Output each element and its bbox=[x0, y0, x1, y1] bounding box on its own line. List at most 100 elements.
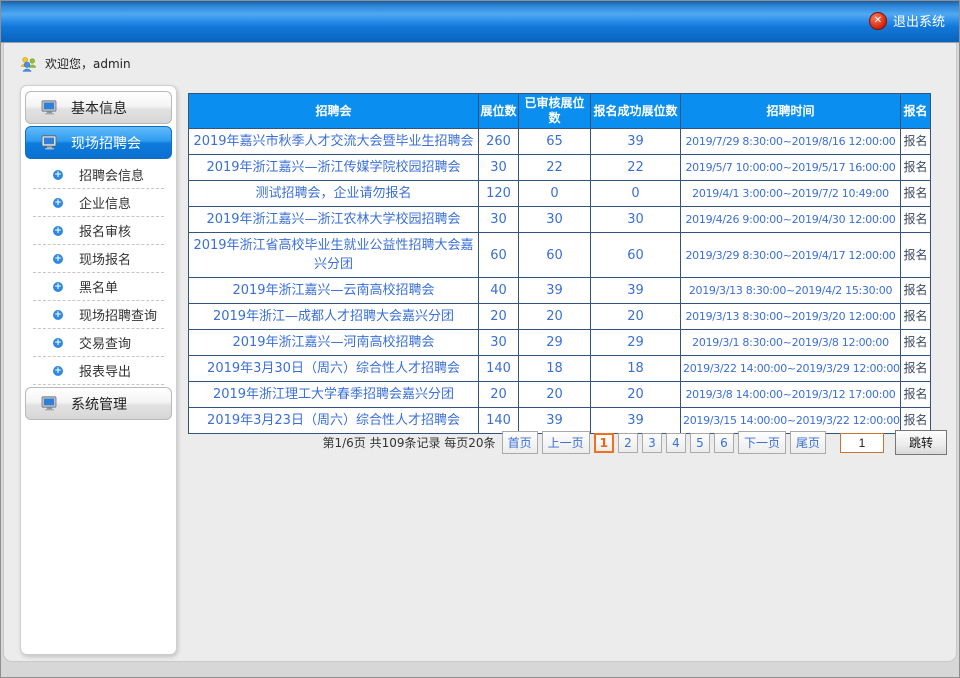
approved-count: 18 bbox=[519, 356, 591, 382]
jobfair-table: 招聘会 展位数 已审核展位数 报名成功展位数 招聘时间 报名 2019年嘉兴市秋… bbox=[188, 93, 931, 434]
table-row: 2019年浙江嘉兴—云南高校招聘会 40 39 39 2019/3/13 8:3… bbox=[189, 278, 931, 304]
jobfair-name-link[interactable]: 2019年浙江嘉兴—浙江农林大学校园招聘会 bbox=[189, 207, 479, 233]
jobfair-name-link[interactable]: 2019年浙江省高校毕业生就业公益性招聘大会嘉兴分团 bbox=[189, 233, 479, 278]
monitor-icon bbox=[41, 396, 58, 411]
jump-button[interactable]: 跳转 bbox=[895, 430, 947, 455]
pagination: 第1/6页 共109条记录 每页20条 首页 上一页 1 2 3 4 5 6 下… bbox=[322, 430, 947, 455]
page-number-button[interactable]: 4 bbox=[666, 433, 686, 453]
sidebar-submenu-label: 现场报名 bbox=[79, 249, 131, 268]
sidebar: 基本信息 现场招聘会 + 招聘会信息 bbox=[20, 85, 177, 655]
jobfair-name-link[interactable]: 2019年浙江嘉兴—浙江传媒学院校园招聘会 bbox=[189, 155, 479, 181]
logout-button[interactable]: ✕ 退出系统 bbox=[869, 11, 945, 30]
register-link[interactable]: 报名 bbox=[901, 155, 931, 181]
sidebar-submenu-item[interactable]: + 现场报名 bbox=[33, 245, 164, 273]
success-count: 22 bbox=[591, 155, 681, 181]
monitor-icon bbox=[41, 135, 58, 150]
sidebar-submenu-item[interactable]: + 报名审核 bbox=[33, 217, 164, 245]
table-row: 2019年浙江—成都人才招聘大会嘉兴分团 20 20 20 2019/3/13 … bbox=[189, 304, 931, 330]
booths-count: 140 bbox=[479, 356, 519, 382]
content-area: 欢迎您，admin 基本信息 bbox=[3, 43, 957, 662]
booths-count: 120 bbox=[479, 181, 519, 207]
jobfair-name-link[interactable]: 2019年浙江嘉兴—河南高校招聘会 bbox=[189, 330, 479, 356]
page-number-button[interactable]: 3 bbox=[642, 433, 662, 453]
register-link[interactable]: 报名 bbox=[901, 382, 931, 408]
jump-page-input[interactable] bbox=[840, 433, 884, 453]
register-link[interactable]: 报名 bbox=[901, 330, 931, 356]
booths-count: 40 bbox=[479, 278, 519, 304]
table-row: 2019年浙江嘉兴—浙江传媒学院校园招聘会 30 22 22 2019/5/7 … bbox=[189, 155, 931, 181]
booths-count: 60 bbox=[479, 233, 519, 278]
sidebar-submenu-label: 企业信息 bbox=[79, 193, 131, 212]
recruit-time: 2019/4/1 3:00:00~2019/7/2 10:49:00 bbox=[681, 181, 901, 207]
sidebar-item-system-mgmt[interactable]: 系统管理 bbox=[25, 387, 172, 420]
logout-label: 退出系统 bbox=[893, 11, 945, 30]
jobfair-name-link[interactable]: 2019年浙江嘉兴—云南高校招聘会 bbox=[189, 278, 479, 304]
register-link[interactable]: 报名 bbox=[901, 356, 931, 382]
plus-circle-icon: + bbox=[53, 310, 63, 320]
sidebar-item-onsite-jobfair[interactable]: 现场招聘会 bbox=[25, 126, 172, 159]
jobfair-name-link[interactable]: 2019年浙江—成都人才招聘大会嘉兴分团 bbox=[189, 304, 479, 330]
success-count: 29 bbox=[591, 330, 681, 356]
sidebar-submenu-label: 黑名单 bbox=[79, 277, 118, 296]
recruit-time: 2019/3/1 8:30:00~2019/3/8 12:00:00 bbox=[681, 330, 901, 356]
sidebar-submenu-item[interactable]: + 现场招聘查询 bbox=[33, 301, 164, 329]
last-page-button[interactable]: 尾页 bbox=[790, 431, 826, 454]
register-link[interactable]: 报名 bbox=[901, 233, 931, 278]
approved-count: 20 bbox=[519, 382, 591, 408]
table-row: 2019年浙江理工大学春季招聘会嘉兴分团 20 20 20 2019/3/8 1… bbox=[189, 382, 931, 408]
booths-count: 30 bbox=[479, 330, 519, 356]
page-number-button[interactable]: 2 bbox=[618, 433, 638, 453]
app-window: ✕ 退出系统 欢迎您，admin bbox=[0, 0, 960, 678]
register-link[interactable]: 报名 bbox=[901, 304, 931, 330]
sidebar-submenu-label: 报表导出 bbox=[79, 361, 131, 380]
sidebar-submenu-item[interactable]: + 企业信息 bbox=[33, 189, 164, 217]
welcome-text: 欢迎您，admin bbox=[45, 55, 131, 72]
register-link[interactable]: 报名 bbox=[901, 129, 931, 155]
top-bar: ✕ 退出系统 bbox=[1, 1, 959, 43]
welcome-message: 欢迎您，admin bbox=[19, 55, 131, 72]
plus-circle-icon: + bbox=[53, 338, 63, 348]
success-count: 30 bbox=[591, 207, 681, 233]
sidebar-submenu-item[interactable]: + 报表导出 bbox=[33, 357, 164, 385]
sidebar-submenu-item[interactable]: + 交易查询 bbox=[33, 329, 164, 357]
next-page-button[interactable]: 下一页 bbox=[738, 431, 786, 454]
register-link[interactable]: 报名 bbox=[901, 181, 931, 207]
first-page-button[interactable]: 首页 bbox=[502, 431, 538, 454]
recruit-time: 2019/3/8 14:00:00~2019/3/12 17:00:00 bbox=[681, 382, 901, 408]
jobfair-name-link[interactable]: 2019年3月30日（周六）综合性人才招聘会 bbox=[189, 356, 479, 382]
sidebar-submenu-label: 招聘会信息 bbox=[79, 165, 144, 184]
sidebar-item-basic-info[interactable]: 基本信息 bbox=[25, 91, 172, 124]
table-row: 2019年浙江嘉兴—浙江农林大学校园招聘会 30 30 30 2019/4/26… bbox=[189, 207, 931, 233]
plus-circle-icon: + bbox=[53, 170, 63, 180]
col-header-approved: 已审核展位数 bbox=[519, 94, 591, 129]
jobfair-name-link[interactable]: 2019年嘉兴市秋季人才交流大会暨毕业生招聘会 bbox=[189, 129, 479, 155]
prev-page-button[interactable]: 上一页 bbox=[542, 431, 590, 454]
page-number-button[interactable]: 1 bbox=[594, 433, 614, 453]
page-number-button[interactable]: 6 bbox=[714, 433, 734, 453]
jobfair-name-link[interactable]: 2019年浙江理工大学春季招聘会嘉兴分团 bbox=[189, 382, 479, 408]
success-count: 20 bbox=[591, 382, 681, 408]
col-header-success: 报名成功展位数 bbox=[591, 94, 681, 129]
users-icon bbox=[19, 56, 38, 72]
register-link[interactable]: 报名 bbox=[901, 207, 931, 233]
success-count: 20 bbox=[591, 304, 681, 330]
approved-count: 65 bbox=[519, 129, 591, 155]
plus-circle-icon: + bbox=[53, 254, 63, 264]
page-number-button[interactable]: 5 bbox=[690, 433, 710, 453]
recruit-time: 2019/4/26 9:00:00~2019/4/30 12:00:00 bbox=[681, 207, 901, 233]
col-header-jobfair: 招聘会 bbox=[189, 94, 479, 129]
approved-count: 29 bbox=[519, 330, 591, 356]
sidebar-item-label: 现场招聘会 bbox=[71, 133, 141, 153]
approved-count: 30 bbox=[519, 207, 591, 233]
table-row: 2019年浙江省高校毕业生就业公益性招聘大会嘉兴分团 60 60 60 2019… bbox=[189, 233, 931, 278]
sidebar-submenu-item[interactable]: + 黑名单 bbox=[33, 273, 164, 301]
jobfair-name-link[interactable]: 测试招聘会，企业请勿报名 bbox=[189, 181, 479, 207]
sidebar-submenu-item[interactable]: + 招聘会信息 bbox=[33, 161, 164, 189]
col-header-register: 报名 bbox=[901, 94, 931, 129]
sidebar-submenu-label: 交易查询 bbox=[79, 333, 131, 352]
register-link[interactable]: 报名 bbox=[901, 278, 931, 304]
sidebar-item-label: 基本信息 bbox=[71, 98, 127, 118]
booths-count: 30 bbox=[479, 207, 519, 233]
success-count: 60 bbox=[591, 233, 681, 278]
success-count: 39 bbox=[591, 278, 681, 304]
